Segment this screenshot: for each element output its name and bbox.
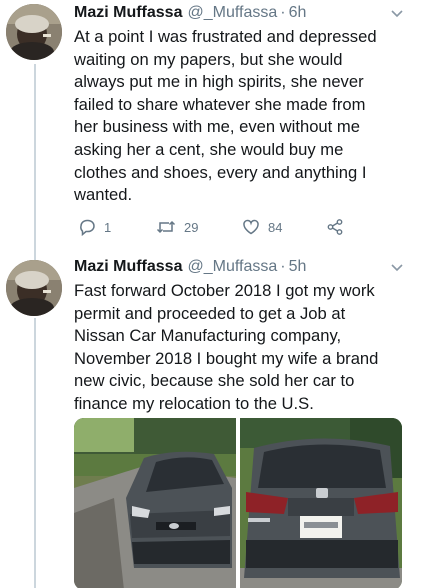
- like-count: 84: [268, 219, 283, 235]
- tweet[interactable]: Mazi Muffassa @_Muffassa · 5h Fast forwa…: [0, 254, 432, 588]
- separator-dot: ·: [280, 4, 286, 21]
- reply-button[interactable]: 1: [78, 218, 111, 236]
- chevron-down-icon[interactable]: [390, 9, 404, 19]
- retweet-icon: [156, 220, 176, 234]
- like-icon: [243, 219, 259, 235]
- tweet-timestamp[interactable]: 6h: [289, 4, 307, 22]
- tweet[interactable]: Mazi Muffassa @_Muffassa · 6h At a point…: [0, 0, 432, 250]
- reply-icon: [80, 219, 95, 236]
- separator-dot: ·: [280, 258, 286, 275]
- front-of-civic-photo[interactable]: [74, 418, 236, 588]
- tweet-timestamp[interactable]: 5h: [289, 258, 307, 276]
- avatar[interactable]: [6, 4, 62, 60]
- chevron-down-icon[interactable]: [390, 263, 404, 273]
- tweet-media[interactable]: [74, 418, 402, 588]
- like-button[interactable]: 84: [242, 218, 282, 236]
- tweet-text: At a point I was frustrated and depresse…: [74, 27, 377, 205]
- tweet-text: Fast forward October 2018 I got my work …: [74, 281, 379, 413]
- avatar[interactable]: [6, 260, 62, 316]
- car-rear-image: [240, 418, 402, 588]
- author-handle[interactable]: @_Muffassa: [187, 258, 277, 276]
- retweet-count: 29: [184, 219, 199, 235]
- reply-count: 1: [104, 219, 112, 235]
- author-name[interactable]: Mazi Muffassa: [74, 258, 182, 276]
- retweet-button[interactable]: 29: [156, 218, 198, 236]
- author-name[interactable]: Mazi Muffassa: [74, 4, 182, 22]
- car-front-image: [74, 418, 236, 588]
- rear-of-civic-photo[interactable]: [240, 418, 402, 588]
- author-handle[interactable]: @_Muffassa: [187, 4, 277, 22]
- share-button[interactable]: [326, 218, 352, 236]
- tweet-actions: 1 29 84: [74, 218, 374, 238]
- share-icon: [327, 219, 343, 235]
